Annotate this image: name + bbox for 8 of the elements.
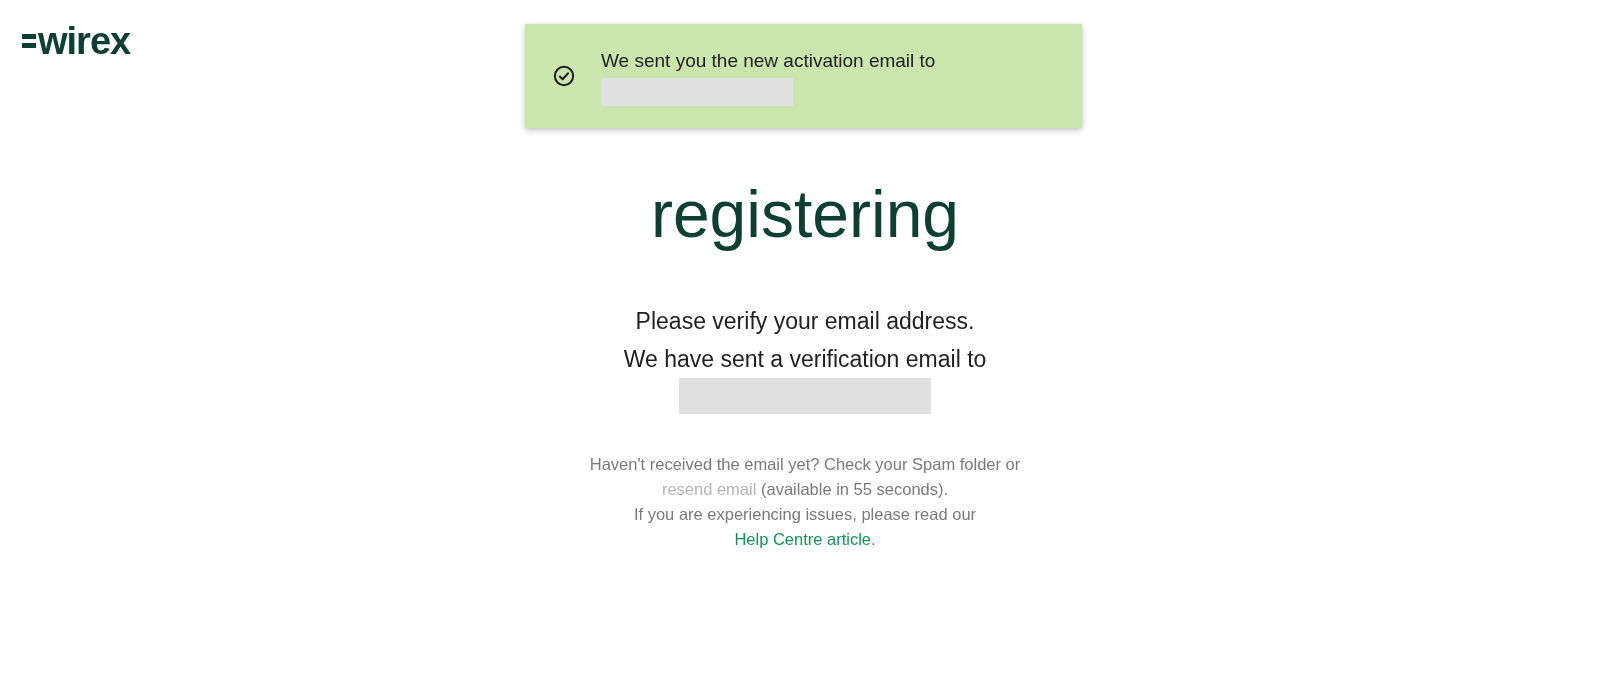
wirex-logo: wirex (22, 22, 131, 60)
toast-message: We sent you the new activation email to (601, 50, 936, 72)
help-centre-link[interactable]: Help Centre article (734, 530, 871, 548)
help-paragraph: Haven't received the email yet? Check your Spam folder or resend email (available in 55 seconds). If you are experiencing issues, please read our Help Centre article. (588, 454, 1022, 550)
instruction-text: We have sent a verification email to (623, 345, 987, 374)
instruction-text: Please verify your email address. (635, 307, 975, 336)
check-circle-icon (553, 65, 575, 87)
page-heading: registering (649, 176, 961, 253)
